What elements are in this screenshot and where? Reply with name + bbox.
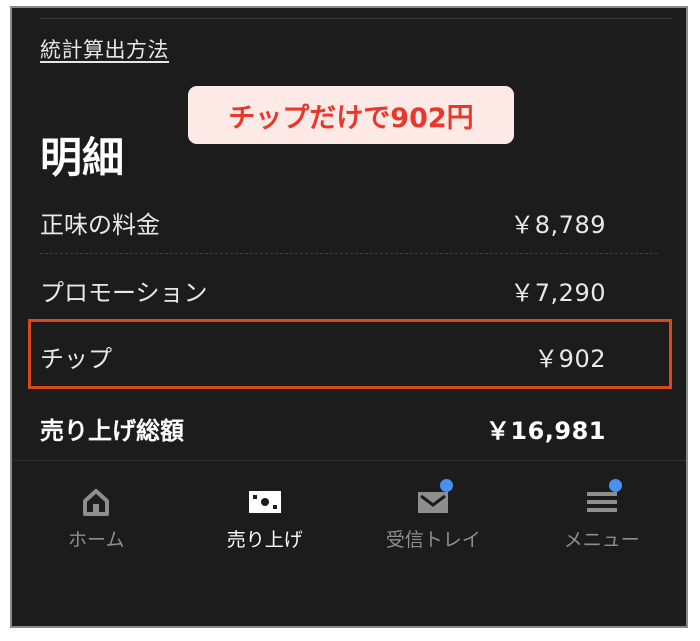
app-screen: 統計算出方法 明細 チップだけで902円 正味の料金 ￥8,789 プロモーショ… [10, 6, 688, 628]
breakdown-row-net-fare: 正味の料金 ￥8,789 [40, 202, 606, 242]
total-amount: ￥16,981 [485, 416, 606, 445]
total-row: 売り上げ総額 ￥16,981 [40, 408, 606, 448]
nav-item-menu[interactable]: メニュー [518, 461, 687, 626]
row-divider [40, 253, 658, 254]
total-label: 売り上げ総額 [40, 416, 184, 445]
home-icon [76, 485, 116, 519]
row-amount: ￥8,789 [510, 210, 606, 239]
nav-item-earnings[interactable]: 売り上げ [181, 461, 350, 626]
nav-label: 売り上げ [226, 529, 303, 551]
breakdown-row-promotion: プロモーション ￥7,290 [40, 270, 606, 310]
notification-badge [440, 479, 454, 492]
row-amount: ￥7,290 [510, 278, 606, 307]
calculation-method-link[interactable]: 統計算出方法 [40, 34, 169, 64]
nav-label: メニュー [563, 529, 640, 551]
nav-item-home[interactable]: ホーム [12, 461, 181, 626]
tip-highlight-box [28, 319, 672, 389]
notification-badge [608, 479, 622, 492]
nav-label: ホーム [68, 529, 125, 551]
tip-callout: チップだけで902円 [188, 86, 514, 144]
top-divider [40, 18, 672, 19]
nav-item-inbox[interactable]: 受信トレイ [349, 461, 518, 626]
nav-label: 受信トレイ [385, 529, 481, 551]
inbox-icon [413, 479, 454, 519]
row-label: 正味の料金 [40, 210, 160, 239]
section-title: 明細 [40, 133, 125, 182]
earnings-icon [245, 485, 285, 519]
menu-icon [582, 479, 622, 519]
row-label: プロモーション [40, 278, 208, 307]
bottom-navigation: ホーム 売り上げ 受信トレイ メニュー [12, 460, 687, 626]
